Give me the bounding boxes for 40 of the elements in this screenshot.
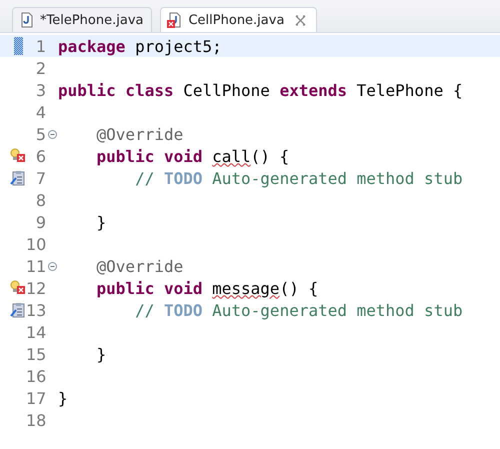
editor-tab[interactable]: *TelePhone.java <box>12 7 152 32</box>
line-number: 6 <box>34 146 46 166</box>
line-number: 17 <box>26 388 46 408</box>
code-line: } <box>58 388 68 408</box>
line-number: 7 <box>34 168 46 188</box>
line-number: 15 <box>26 344 46 364</box>
code-line: package project5; <box>58 36 222 56</box>
error-quickfix-icon[interactable] <box>10 280 26 296</box>
collapse-icon[interactable] <box>48 262 56 270</box>
code-line: public class CellPhone extends TelePhone { <box>58 80 463 100</box>
code-line: public void message() { <box>96 278 318 298</box>
code-line: } <box>96 212 106 232</box>
line-number: 3 <box>34 80 46 100</box>
code-line: @Override <box>96 124 184 144</box>
editor-tab[interactable]: CellPhone.java <box>160 7 318 32</box>
line-number: 5 <box>34 124 46 144</box>
code-line: } <box>96 344 106 364</box>
code-line: @Override <box>96 256 184 276</box>
line-number: 12 <box>26 278 46 298</box>
java-file-error-icon <box>167 12 184 28</box>
line-number: 10 <box>26 234 46 254</box>
line-number: 11 <box>26 256 46 276</box>
task-icon[interactable] <box>10 170 26 186</box>
line-number: 1 <box>34 36 46 56</box>
error-quickfix-icon[interactable] <box>10 148 26 164</box>
line-number: 8 <box>34 190 46 210</box>
line-number: 2 <box>34 58 46 78</box>
line-number: 18 <box>26 410 46 430</box>
code-line: // TODO Auto-generated method stub <box>134 300 463 320</box>
task-icon[interactable] <box>10 302 26 318</box>
line-number: 9 <box>34 212 46 232</box>
line-number: 14 <box>26 322 46 342</box>
line-number: 16 <box>26 366 46 386</box>
collapse-icon[interactable] <box>48 130 56 138</box>
code-line: // TODO Auto-generated method stub <box>134 168 463 188</box>
line-number: 13 <box>26 300 46 320</box>
java-file-icon <box>19 12 35 28</box>
code-line: public void call() { <box>96 146 290 166</box>
close-icon[interactable] <box>295 14 306 26</box>
line-number: 4 <box>34 102 46 122</box>
